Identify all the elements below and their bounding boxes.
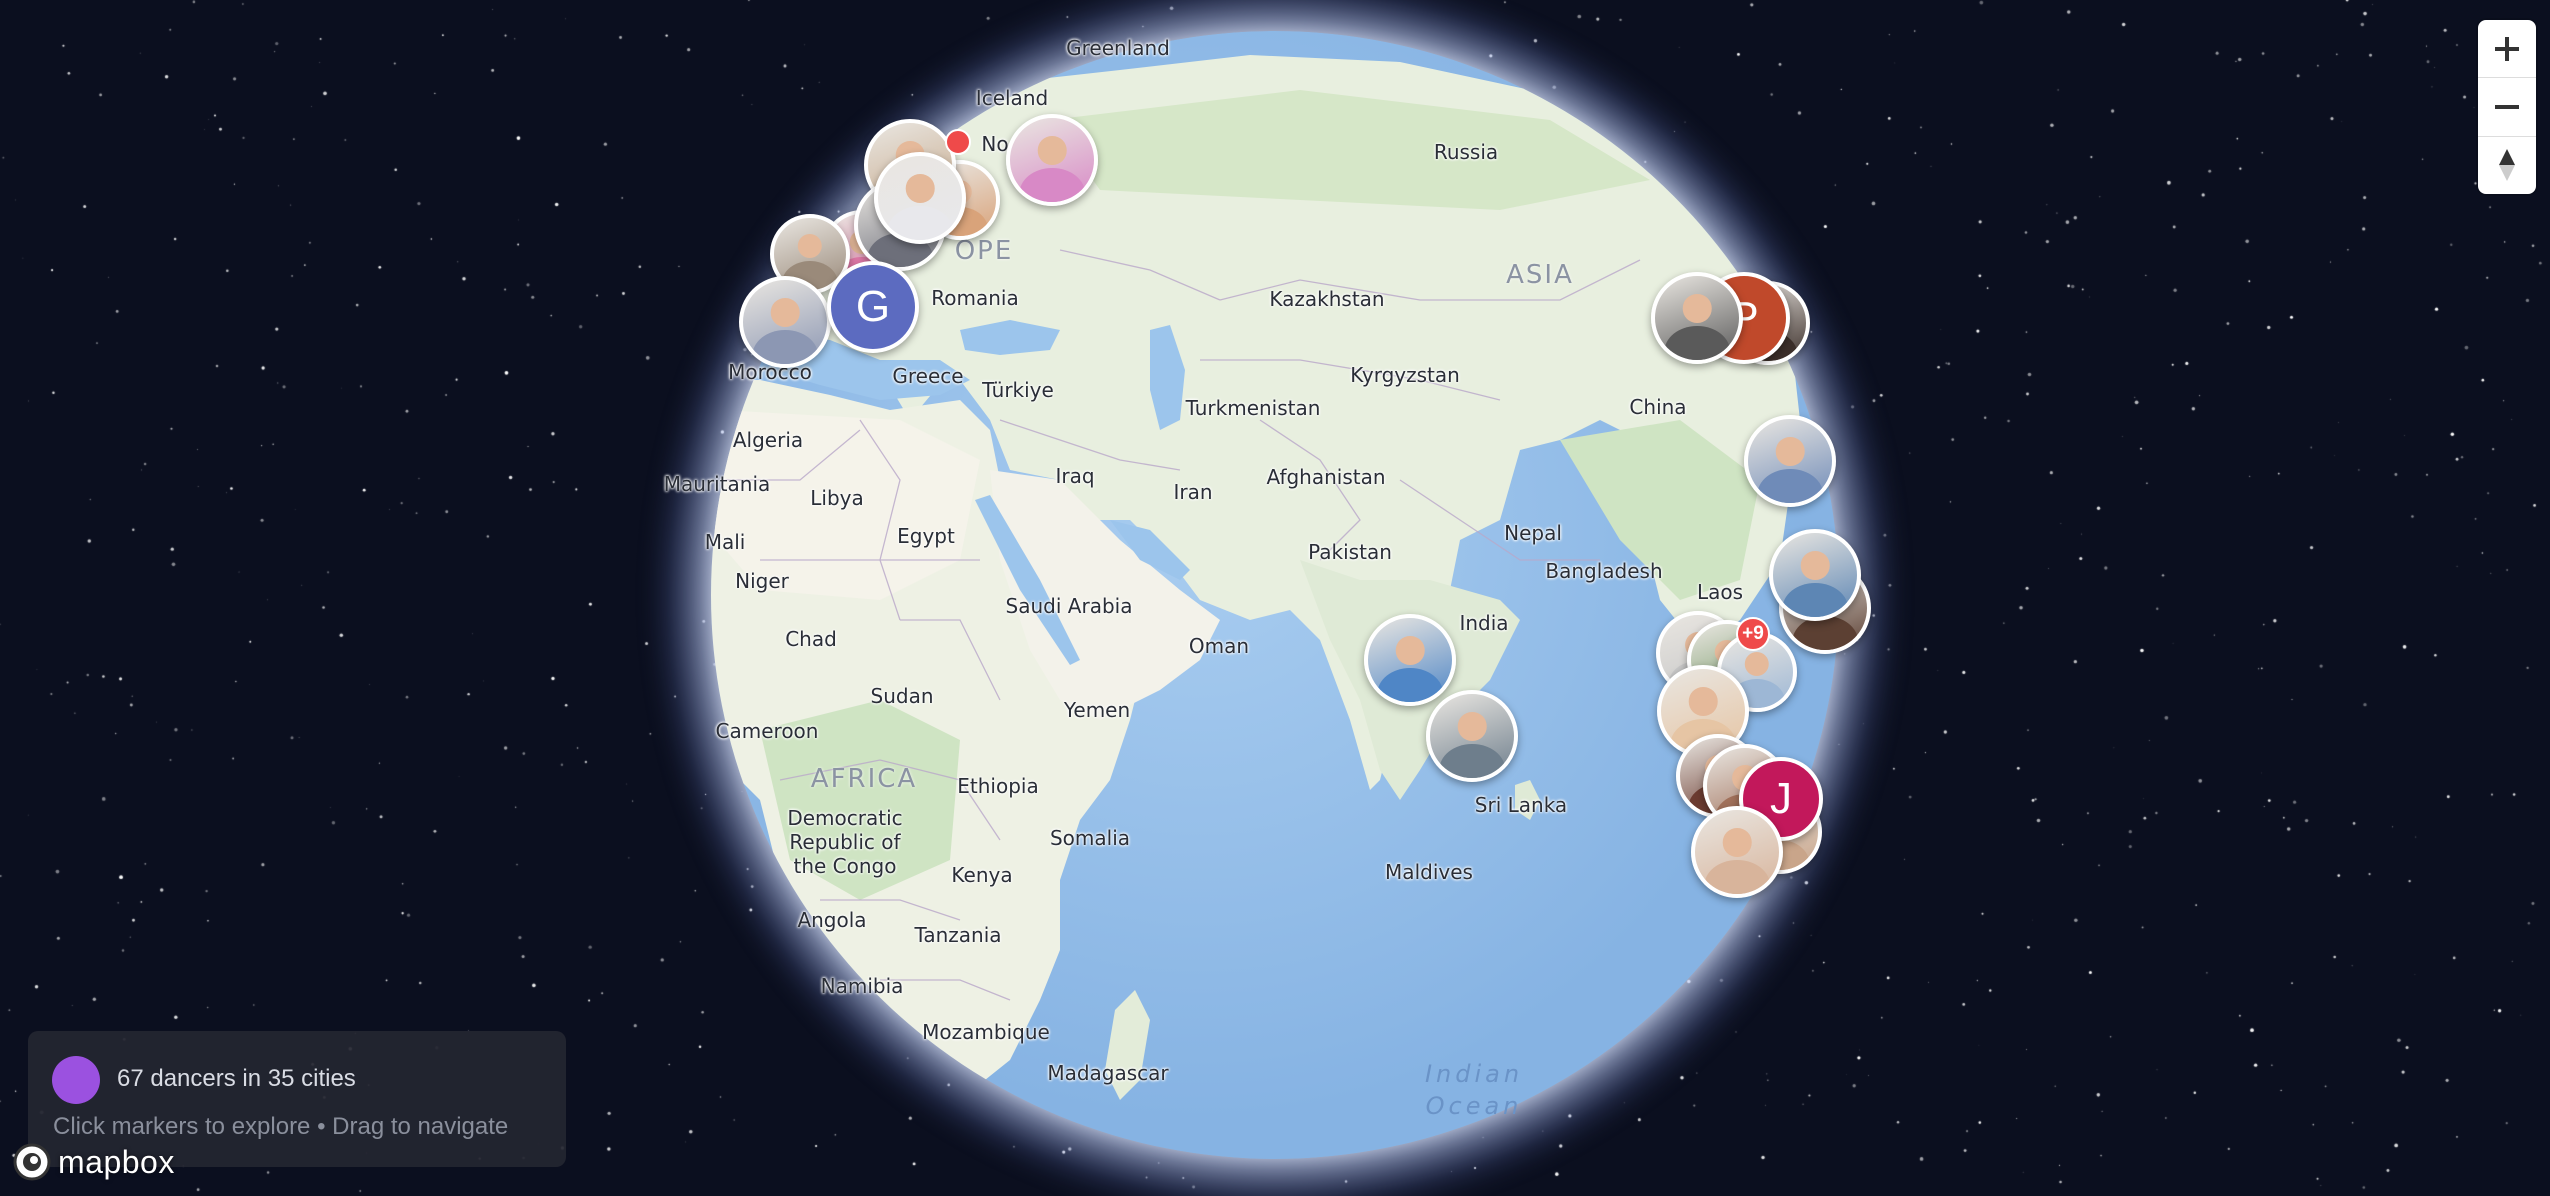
- label-norway-partial: No: [981, 132, 1009, 156]
- label-laos: Laos: [1696, 580, 1744, 604]
- summary-dot-icon: [52, 1056, 100, 1104]
- label-egypt: Egypt: [897, 524, 955, 548]
- label-madagascar: Madagascar: [1047, 1061, 1169, 1085]
- navigation-hint-text: Click markers to explore • Drag to navig…: [53, 1113, 509, 1140]
- label-mozambique: Mozambique: [922, 1020, 1050, 1044]
- label-turkiye: Türkiye: [982, 378, 1054, 402]
- label-africa: AFRICA: [810, 764, 918, 794]
- label-saudi-arabia: Saudi Arabia: [1005, 594, 1133, 618]
- label-niger: Niger: [735, 569, 789, 593]
- label-afghanistan: Afghanistan: [1266, 465, 1386, 489]
- dancer-marker[interactable]: [1364, 614, 1456, 706]
- label-greece: Greece: [892, 364, 964, 388]
- dancer-marker[interactable]: [1744, 415, 1836, 507]
- label-algeria: Algeria: [732, 428, 804, 452]
- label-asia: ASIA: [1506, 260, 1574, 290]
- mapbox-icon: [13, 1143, 51, 1181]
- dancer-marker[interactable]: [739, 276, 831, 368]
- label-chad: Chad: [785, 627, 837, 651]
- label-somalia: Somalia: [1049, 826, 1131, 850]
- label-sri-lanka: Sri Lanka: [1474, 793, 1568, 817]
- globe-map[interactable]: Greenland Iceland Russia OPE ASIA Romani…: [0, 0, 2550, 1196]
- dancer-marker-initial[interactable]: G: [827, 261, 919, 353]
- zoom-in-button[interactable]: [2478, 20, 2536, 79]
- label-mali: Mali: [704, 530, 746, 554]
- label-mauritania: Mauritania: [663, 472, 771, 496]
- label-pakistan: Pakistan: [1308, 540, 1392, 564]
- label-iraq: Iraq: [1055, 464, 1095, 488]
- label-tanzania: Tanzania: [914, 923, 1002, 947]
- label-russia: Russia: [1433, 140, 1499, 164]
- label-kenya: Kenya: [951, 863, 1013, 887]
- label-namibia: Namibia: [820, 974, 904, 998]
- compass-icon: [2499, 149, 2515, 182]
- dancer-marker[interactable]: [1769, 529, 1861, 621]
- plus-icon: [2495, 36, 2519, 61]
- label-iran: Iran: [1173, 480, 1213, 504]
- label-bangladesh: Bangladesh: [1545, 559, 1663, 583]
- dancer-marker[interactable]: [874, 152, 966, 244]
- label-india: India: [1459, 611, 1509, 635]
- dancer-marker[interactable]: [1651, 272, 1743, 364]
- globe[interactable]: [0, 0, 2550, 1196]
- dancer-marker[interactable]: [1006, 114, 1098, 206]
- reset-bearing-button[interactable]: [2478, 137, 2536, 194]
- label-drc: Democratic Republic of the Congo: [787, 806, 903, 878]
- minus-icon: [2495, 104, 2519, 109]
- label-turkmenistan: Turkmenistan: [1185, 396, 1321, 420]
- label-greenland: Greenland: [1066, 36, 1170, 60]
- label-kyrgyzstan: Kyrgyzstan: [1350, 363, 1460, 387]
- label-angola: Angola: [797, 908, 867, 932]
- label-maldives: Maldives: [1385, 860, 1473, 884]
- dancers-count-text: 67 dancers in 35 cities: [117, 1065, 356, 1092]
- label-ethiopia: Ethiopia: [957, 774, 1039, 798]
- label-yemen: Yemen: [1063, 698, 1131, 722]
- mapbox-logo[interactable]: mapbox: [12, 1142, 175, 1182]
- label-sudan: Sudan: [870, 684, 934, 708]
- zoom-out-button[interactable]: [2478, 78, 2536, 137]
- label-oman: Oman: [1188, 634, 1250, 658]
- label-cameroon: Cameroon: [715, 719, 819, 743]
- mapbox-wordmark: mapbox: [58, 1143, 175, 1180]
- label-indian-ocean: Indian Ocean: [1424, 1060, 1524, 1120]
- cluster-count-badge: +9: [1736, 617, 1770, 651]
- label-iceland: Iceland: [975, 86, 1049, 110]
- label-china: China: [1629, 395, 1687, 419]
- label-libya: Libya: [810, 486, 864, 510]
- cluster-count-badge: [945, 129, 971, 155]
- dancer-marker[interactable]: [1426, 690, 1518, 782]
- label-europe: OPE: [954, 236, 1014, 266]
- label-romania: Romania: [931, 286, 1019, 310]
- label-nepal: Nepal: [1504, 521, 1562, 545]
- map-navigation-control: [2478, 20, 2536, 194]
- dancer-marker[interactable]: [1691, 806, 1783, 898]
- label-kazakhstan: Kazakhstan: [1269, 287, 1385, 311]
